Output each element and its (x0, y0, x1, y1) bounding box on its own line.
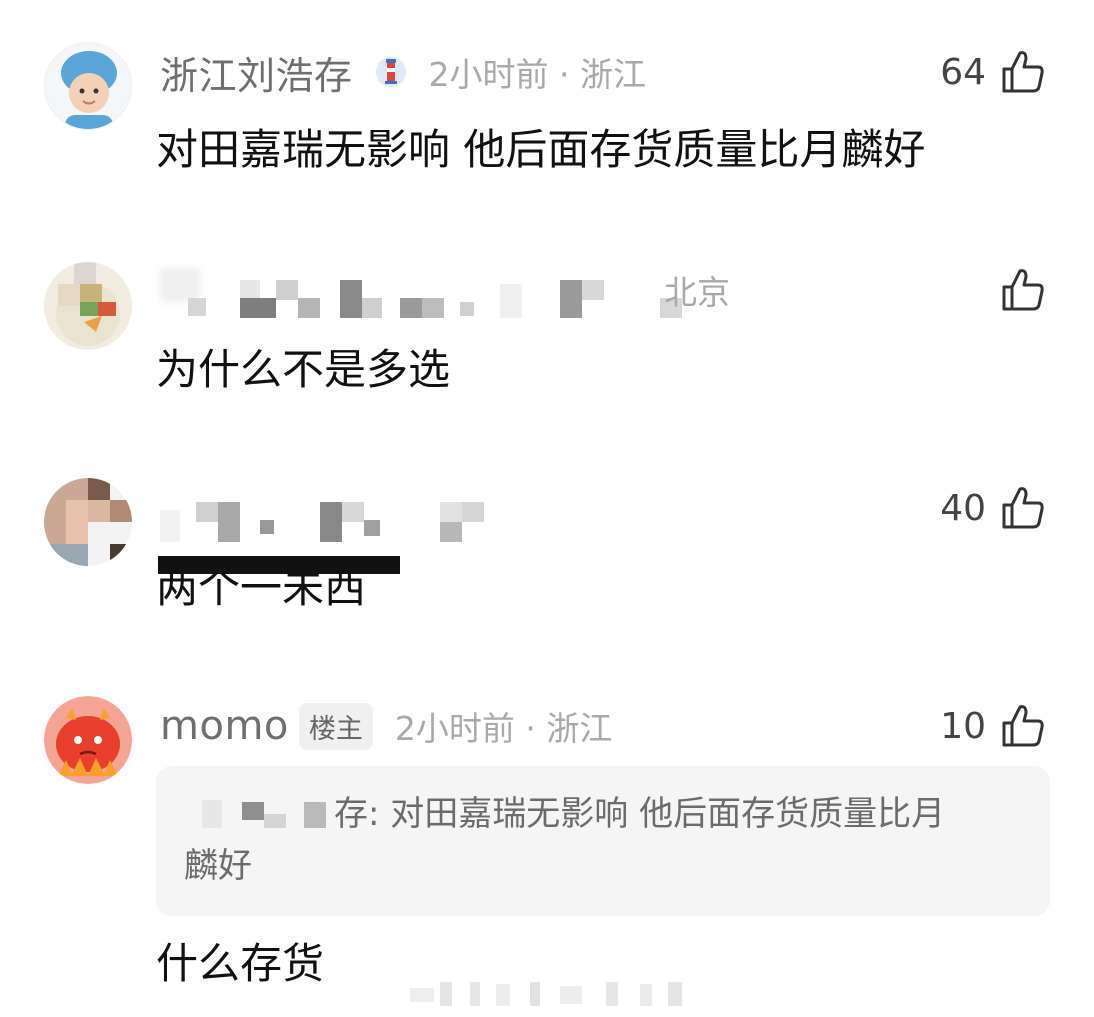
thumbs-up-icon (1002, 487, 1044, 529)
thumbs-up-icon (1002, 705, 1044, 747)
comment-text: 什么存货 (156, 939, 325, 988)
time-location: 2小时前 · 浙江 (394, 709, 613, 748)
blurred-username (188, 280, 682, 318)
avatar[interactable] (44, 696, 132, 784)
like-button[interactable]: 10 (940, 698, 1048, 754)
comment-header: 浙江刘浩存 2小时前 · 浙江 (160, 44, 646, 100)
comment-text: 对田嘉瑞无影响 他后面存货质量比月麟好 (156, 125, 926, 174)
username[interactable]: momo (160, 703, 289, 749)
like-count: 10 (940, 705, 986, 747)
quote-line-2: 麟好 (184, 846, 252, 886)
quote-text: 存: 对田嘉瑞无影响 他后面存货质量比月 (334, 794, 946, 834)
like-count: 64 (940, 51, 986, 93)
op-tag-badge: 楼主 (298, 702, 373, 750)
like-button[interactable] (986, 262, 1048, 318)
blurred-username (160, 502, 484, 542)
blurred-watermark (410, 982, 682, 1006)
comment-text: 为什么不是多选 (156, 345, 451, 394)
avatar[interactable] (44, 42, 132, 130)
blurred-quote-author (202, 799, 326, 828)
username[interactable]: 浙江刘浩存 (160, 45, 353, 100)
time-location: 北京 (664, 273, 730, 312)
quote-line-1: 存: 对田嘉瑞无影响 他后面存货质量比月 (184, 788, 1022, 840)
lighthouse-badge-icon (375, 57, 406, 87)
thumbs-up-icon (1002, 51, 1044, 93)
avatar[interactable] (44, 478, 132, 566)
time-location: 2小时前 · 浙江 (428, 55, 646, 94)
redaction-bar (158, 556, 400, 574)
thumbs-up-icon (1002, 269, 1044, 311)
comment-header: momo 楼主 2小时前 · 浙江 (160, 698, 612, 754)
like-count: 40 (940, 487, 986, 529)
comment-header: 北京 (664, 262, 730, 318)
quoted-reply[interactable]: 存: 对田嘉瑞无影响 他后面存货质量比月 麟好 (156, 766, 1050, 916)
avatar[interactable] (44, 262, 132, 350)
like-button[interactable]: 40 (940, 480, 1048, 536)
like-button[interactable]: 64 (940, 44, 1048, 100)
